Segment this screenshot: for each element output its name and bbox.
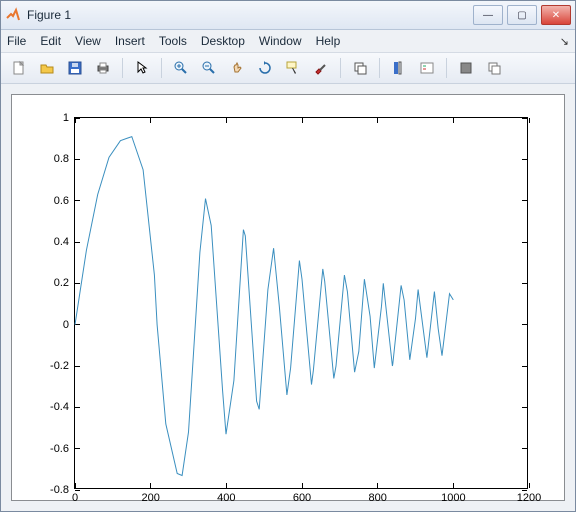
zoom-in-icon[interactable]: [169, 56, 193, 80]
y-tick-label: -0.4: [50, 401, 69, 413]
maximize-button[interactable]: ▢: [507, 5, 537, 25]
menu-tools[interactable]: Tools: [159, 34, 187, 48]
link-icon[interactable]: [348, 56, 372, 80]
menu-desktop[interactable]: Desktop: [201, 34, 245, 48]
x-tick-label: 200: [141, 492, 159, 504]
legend-icon[interactable]: [415, 56, 439, 80]
save-icon[interactable]: [63, 56, 87, 80]
zoom-out-icon[interactable]: [197, 56, 221, 80]
y-tick-label: 1: [63, 112, 69, 124]
toolbar-separator: [161, 58, 162, 78]
axes[interactable]: -0.8-0.6-0.4-0.200.20.40.60.810200400600…: [74, 117, 528, 489]
x-tick-label: 0: [72, 492, 78, 504]
close-button[interactable]: ✕: [541, 5, 571, 25]
menu-window[interactable]: Window: [259, 34, 302, 48]
new-file-icon[interactable]: [7, 56, 31, 80]
plot-area: -0.8 -0.6 -0.4 -0.2 0 0.2 0.4 0.6 0.8 1 0 200 400 600…: [11, 94, 565, 501]
x-tick-label: 400: [217, 492, 235, 504]
toolbar: [1, 53, 575, 84]
window-title: Figure 1: [27, 8, 473, 22]
y-tick-label: -0.6: [50, 443, 69, 455]
toolbar-separator: [446, 58, 447, 78]
toolbar-separator: [379, 58, 380, 78]
line-series: [75, 118, 529, 490]
y-tick-label: 0.6: [54, 195, 69, 207]
menu-file[interactable]: File: [7, 34, 26, 48]
minimize-button[interactable]: —: [473, 5, 503, 25]
y-tick-label: 0.8: [54, 153, 69, 165]
menu-bar: File Edit View Insert Tools Desktop Wind…: [1, 30, 575, 53]
datacursor-icon[interactable]: [281, 56, 305, 80]
print-icon[interactable]: [91, 56, 115, 80]
title-bar: Figure 1 — ▢ ✕: [1, 1, 575, 30]
y-tick-label: -0.8: [50, 484, 69, 496]
x-tick-label: 800: [368, 492, 386, 504]
toolbar-separator: [340, 58, 341, 78]
pan-icon[interactable]: [225, 56, 249, 80]
figure-window: Figure 1 — ▢ ✕ File Edit View Insert Too…: [0, 0, 576, 512]
x-tick-label: 600: [293, 492, 311, 504]
y-tick-label: -0.2: [50, 360, 69, 372]
copy-icon[interactable]: [482, 56, 506, 80]
matlab-icon: [5, 7, 21, 23]
pointer-icon[interactable]: [130, 56, 154, 80]
y-tick-label: 0.2: [54, 277, 69, 289]
y-tick-label: 0.4: [54, 236, 69, 248]
annotation-icon[interactable]: [454, 56, 478, 80]
menu-insert[interactable]: Insert: [115, 34, 145, 48]
window-controls: — ▢ ✕: [473, 5, 571, 25]
open-icon[interactable]: [35, 56, 59, 80]
rotate-icon[interactable]: [253, 56, 277, 80]
menu-view[interactable]: View: [75, 34, 101, 48]
menu-edit[interactable]: Edit: [40, 34, 61, 48]
brush-icon[interactable]: [309, 56, 333, 80]
dock-icon[interactable]: ↘: [560, 35, 569, 48]
plot-frame: -0.8 -0.6 -0.4 -0.2 0 0.2 0.4 0.6 0.8 1 0 200 400 600…: [1, 84, 575, 511]
toolbar-separator: [122, 58, 123, 78]
x-tick-label: 1200: [517, 492, 541, 504]
x-tick-label: 1000: [441, 492, 465, 504]
y-tick-label: 0: [63, 319, 69, 331]
colorbar-icon[interactable]: [387, 56, 411, 80]
menu-help[interactable]: Help: [316, 34, 341, 48]
